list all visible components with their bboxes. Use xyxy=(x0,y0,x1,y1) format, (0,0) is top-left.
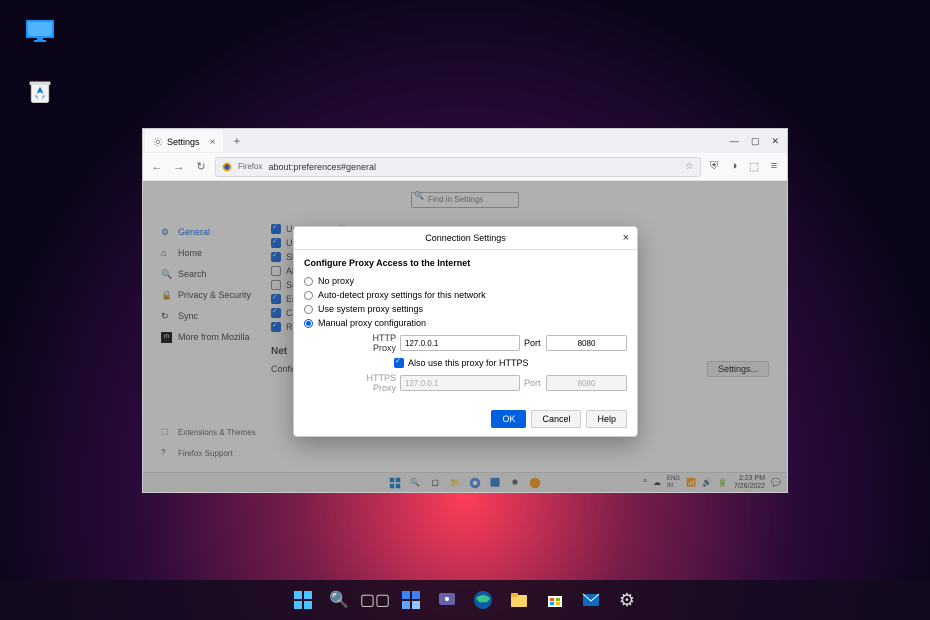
tab-settings[interactable]: Settings × xyxy=(145,130,223,152)
https-proxy-label: HTTPS Proxy xyxy=(348,373,396,393)
url-identity: Firefox xyxy=(238,162,262,171)
tab-title: Settings xyxy=(167,137,200,147)
start-button[interactable] xyxy=(290,587,316,613)
help-button[interactable]: Help xyxy=(586,410,627,428)
radio-icon xyxy=(304,277,313,286)
https-proxy-row: HTTPS Proxy Port xyxy=(348,373,627,393)
settings-body: ⚙General ⌂Home 🔍Search 🔒Privacy & Securi… xyxy=(143,181,787,492)
extensions-icon[interactable]: ⬚ xyxy=(747,160,761,174)
window-minimize-button[interactable]: — xyxy=(730,136,739,147)
taskview-button[interactable]: ▢▢ xyxy=(362,587,388,613)
radio-icon xyxy=(304,291,313,300)
bookmark-star-icon[interactable]: ☆ xyxy=(685,161,694,172)
toolbar: ← → ↻ Firefox about:preferences#general … xyxy=(143,153,787,181)
reload-button[interactable]: ↻ xyxy=(193,159,209,175)
url-bar[interactable]: Firefox about:preferences#general ☆ xyxy=(215,157,701,177)
dialog-close-button[interactable]: × xyxy=(623,232,629,244)
https-port-label: Port xyxy=(524,378,542,388)
url-text: about:preferences#general xyxy=(268,162,376,172)
radio-system-proxy[interactable]: Use system proxy settings xyxy=(304,302,627,316)
tab-bar: Settings × + — ▢ ✕ xyxy=(143,129,787,153)
shield-icon[interactable]: ⛨ xyxy=(707,160,721,174)
window-maximize-button[interactable]: ▢ xyxy=(751,136,760,147)
http-proxy-input[interactable] xyxy=(400,335,520,351)
radio-label: Use system proxy settings xyxy=(318,304,423,314)
gear-icon xyxy=(153,137,163,147)
radio-no-proxy[interactable]: No proxy xyxy=(304,274,627,288)
radio-icon xyxy=(304,305,313,314)
also-https-label: Also use this proxy for HTTPS xyxy=(408,358,529,368)
desktop-icon-recycle-bin[interactable] xyxy=(20,78,60,111)
http-port-label: Port xyxy=(524,338,542,348)
host-taskbar: 🔍 ▢▢ ⚙ xyxy=(0,580,930,620)
connection-settings-dialog: Connection Settings × Configure Proxy Ac… xyxy=(293,226,638,437)
widgets-button[interactable] xyxy=(398,587,424,613)
chat-button[interactable] xyxy=(434,587,460,613)
dialog-titlebar: Connection Settings × xyxy=(294,227,637,250)
mail-button[interactable] xyxy=(578,587,604,613)
cancel-button[interactable]: Cancel xyxy=(531,410,581,428)
firefox-icon xyxy=(222,162,232,172)
radio-icon xyxy=(304,319,313,328)
menu-icon[interactable]: ≡ xyxy=(767,160,781,174)
https-port-input xyxy=(546,375,627,391)
edge-button[interactable] xyxy=(470,587,496,613)
also-https-row[interactable]: Also use this proxy for HTTPS xyxy=(394,356,627,370)
account-icon[interactable]: ◑ xyxy=(727,160,741,174)
monitor-icon xyxy=(24,18,56,46)
ok-button[interactable]: OK xyxy=(491,410,526,428)
dialog-heading: Configure Proxy Access to the Internet xyxy=(304,258,627,268)
forward-button[interactable]: → xyxy=(171,159,187,175)
checkbox-icon xyxy=(394,358,404,368)
http-proxy-row: HTTP Proxy Port xyxy=(348,333,627,353)
tab-close-icon[interactable]: × xyxy=(210,137,216,148)
settings-button[interactable]: ⚙ xyxy=(614,587,640,613)
http-port-input[interactable] xyxy=(546,335,627,351)
store-button[interactable] xyxy=(542,587,568,613)
back-button[interactable]: ← xyxy=(149,159,165,175)
radio-label: No proxy xyxy=(318,276,354,286)
desktop-icon-this-pc[interactable] xyxy=(20,18,60,51)
explorer-button[interactable] xyxy=(506,587,532,613)
firefox-window: Settings × + — ▢ ✕ ← → ↻ Firefox about:p… xyxy=(142,128,788,493)
radio-label: Auto-detect proxy settings for this netw… xyxy=(318,290,486,300)
http-proxy-label: HTTP Proxy xyxy=(348,333,396,353)
dialog-title: Connection Settings xyxy=(425,233,506,243)
new-tab-button[interactable]: + xyxy=(227,134,246,148)
radio-label: Manual proxy configuration xyxy=(318,318,426,328)
recycle-bin-icon xyxy=(24,78,56,106)
radio-auto-detect[interactable]: Auto-detect proxy settings for this netw… xyxy=(304,288,627,302)
https-proxy-input xyxy=(400,375,520,391)
search-button[interactable]: 🔍 xyxy=(326,587,352,613)
window-close-button[interactable]: ✕ xyxy=(771,136,779,147)
radio-manual-proxy[interactable]: Manual proxy configuration xyxy=(304,316,627,330)
